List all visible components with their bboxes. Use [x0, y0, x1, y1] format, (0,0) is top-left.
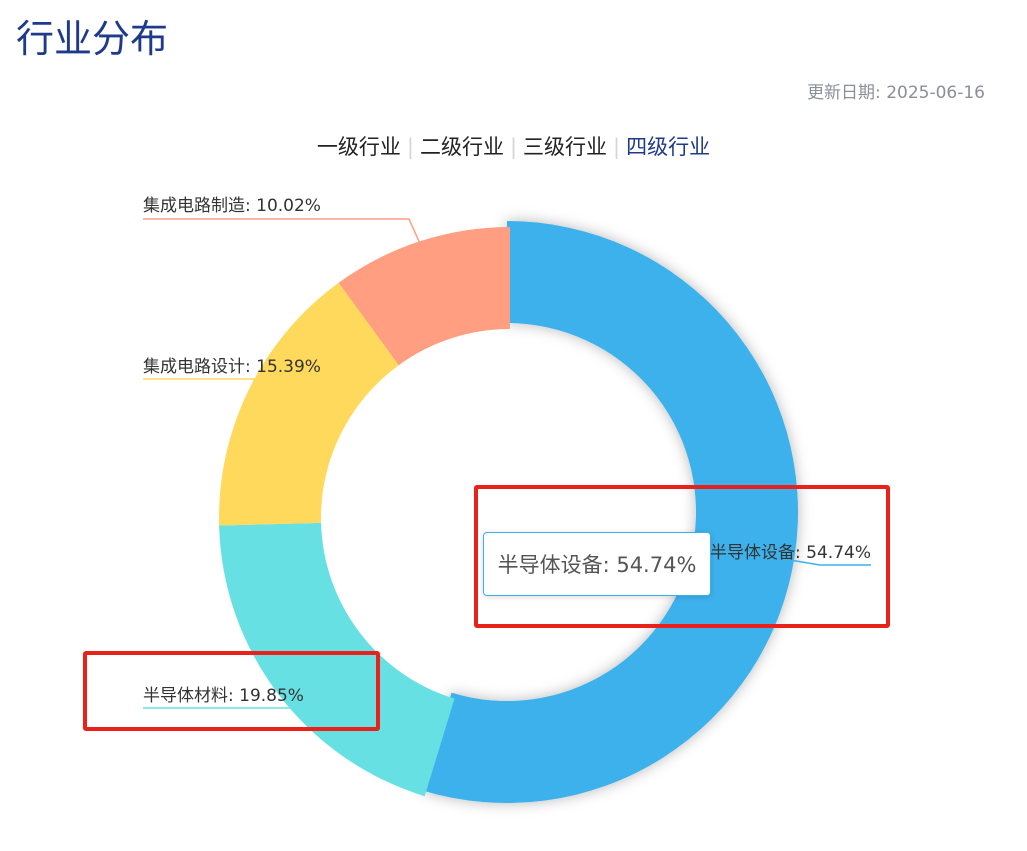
leader-line [143, 378, 257, 394]
highlight-box-materials [83, 651, 380, 731]
label-ic-manufacturing: 集成电路制造: 10.02% [143, 196, 321, 216]
leader-line [143, 218, 424, 250]
highlight-box-equipment [474, 485, 890, 628]
label-ic-design: 集成电路设计: 15.39% [143, 357, 321, 377]
